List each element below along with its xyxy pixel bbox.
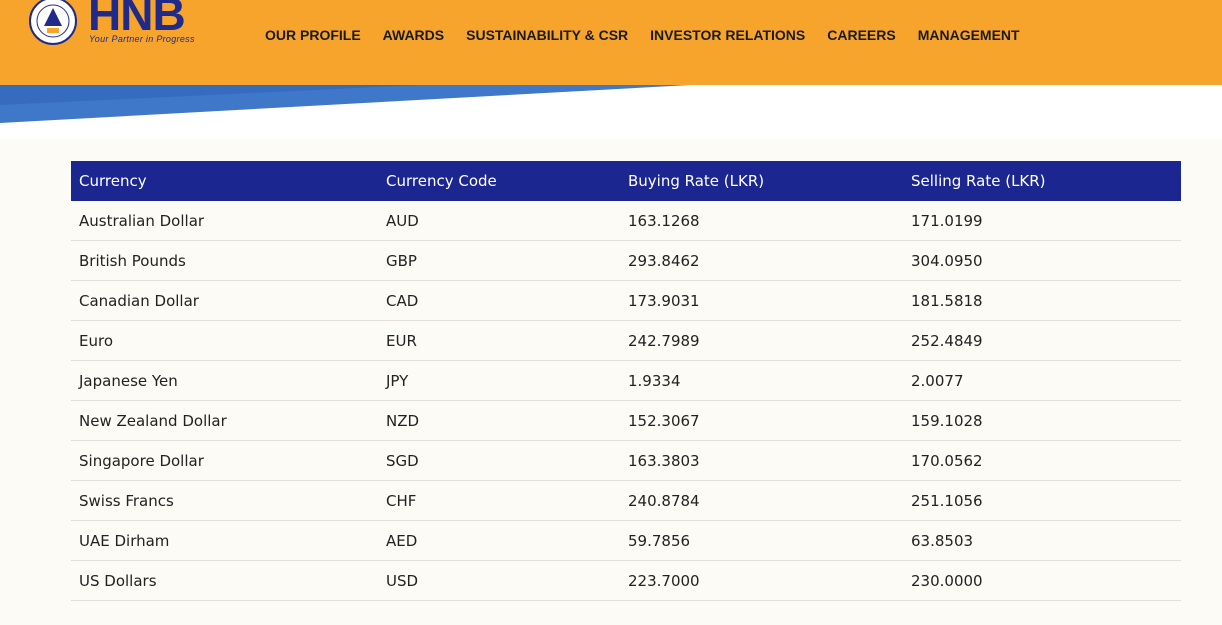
currency-code: EUR bbox=[378, 320, 620, 361]
column-header-currency-code: Currency Code bbox=[378, 161, 620, 201]
table-header-row: Currency Currency Code Buying Rate (LKR)… bbox=[71, 161, 1181, 201]
buying-rate: 163.1268 bbox=[620, 201, 903, 241]
column-header-buying-rate: Buying Rate (LKR) bbox=[620, 161, 903, 201]
currency-name: UAE Dirham bbox=[71, 520, 378, 561]
selling-rate: 251.1056 bbox=[903, 480, 1181, 521]
column-header-currency: Currency bbox=[71, 161, 378, 201]
table-row: Euro EUR 242.7989 252.4849 bbox=[71, 320, 1181, 361]
currency-name: Euro bbox=[71, 320, 378, 361]
table-row: New Zealand Dollar NZD 152.3067 159.1028 bbox=[71, 400, 1181, 441]
logo-tagline: Your Partner in Progress bbox=[89, 34, 195, 44]
table-row: Swiss Francs CHF 240.8784 251.1056 bbox=[71, 480, 1181, 521]
currency-code: CHF bbox=[378, 480, 620, 521]
selling-rate: 304.0950 bbox=[903, 240, 1181, 281]
currency-name: British Pounds bbox=[71, 240, 378, 281]
selling-rate: 63.8503 bbox=[903, 520, 1181, 561]
currency-name: Japanese Yen bbox=[71, 360, 378, 401]
buying-rate: 59.7856 bbox=[620, 520, 903, 561]
table-row: Australian Dollar AUD 163.1268 171.0199 bbox=[71, 201, 1181, 241]
buying-rate: 152.3067 bbox=[620, 400, 903, 441]
buying-rate: 163.3803 bbox=[620, 440, 903, 481]
currency-code: AED bbox=[378, 520, 620, 561]
table-row: UAE Dirham AED 59.7856 63.8503 bbox=[71, 520, 1181, 561]
nav-awards[interactable]: AWARDS bbox=[383, 26, 444, 44]
currency-code: SGD bbox=[378, 440, 620, 481]
hnb-logo[interactable]: HNB Your Partner in Progress bbox=[28, 0, 208, 48]
exchange-rates-table: Currency Currency Code Buying Rate (LKR)… bbox=[71, 161, 1181, 601]
selling-rate: 181.5818 bbox=[903, 280, 1181, 321]
nav-our-profile[interactable]: OUR PROFILE bbox=[265, 26, 361, 44]
currency-code: CAD bbox=[378, 280, 620, 321]
currency-name: Singapore Dollar bbox=[71, 440, 378, 481]
currency-name: Canadian Dollar bbox=[71, 280, 378, 321]
nav-careers[interactable]: CAREERS bbox=[827, 26, 895, 44]
buying-rate: 223.7000 bbox=[620, 560, 903, 601]
table-row: US Dollars USD 223.7000 230.0000 bbox=[71, 560, 1181, 601]
nav-management[interactable]: MANAGEMENT bbox=[918, 26, 1020, 44]
main-nav: OUR PROFILE AWARDS SUSTAINABILITY & CSR … bbox=[265, 26, 1042, 44]
table-row: British Pounds GBP 293.8462 304.0950 bbox=[71, 240, 1181, 281]
currency-name: Swiss Francs bbox=[71, 480, 378, 521]
table-row: Singapore Dollar SGD 163.3803 170.0562 bbox=[71, 440, 1181, 481]
selling-rate: 230.0000 bbox=[903, 560, 1181, 601]
buying-rate: 293.8462 bbox=[620, 240, 903, 281]
buying-rate: 242.7989 bbox=[620, 320, 903, 361]
currency-name: Australian Dollar bbox=[71, 201, 378, 241]
selling-rate: 171.0199 bbox=[903, 201, 1181, 241]
selling-rate: 252.4849 bbox=[903, 320, 1181, 361]
site-header: HNB Your Partner in Progress OUR PROFILE… bbox=[0, 0, 1222, 85]
buying-rate: 173.9031 bbox=[620, 280, 903, 321]
currency-name: US Dollars bbox=[71, 560, 378, 601]
currency-code: USD bbox=[378, 560, 620, 601]
nav-sustainability-csr[interactable]: SUSTAINABILITY & CSR bbox=[466, 26, 628, 44]
selling-rate: 2.0077 bbox=[903, 360, 1181, 401]
currency-name: New Zealand Dollar bbox=[71, 400, 378, 441]
currency-code: AUD bbox=[378, 201, 620, 241]
column-header-selling-rate: Selling Rate (LKR) bbox=[903, 161, 1181, 201]
buying-rate: 240.8784 bbox=[620, 480, 903, 521]
table-row: Japanese Yen JPY 1.9334 2.0077 bbox=[71, 360, 1181, 401]
currency-code: JPY bbox=[378, 360, 620, 401]
bank-seal-icon bbox=[29, 0, 77, 45]
header-swoosh bbox=[0, 85, 1222, 145]
currency-code: NZD bbox=[378, 400, 620, 441]
nav-investor-relations[interactable]: INVESTOR RELATIONS bbox=[650, 26, 805, 44]
buying-rate: 1.9334 bbox=[620, 360, 903, 401]
selling-rate: 159.1028 bbox=[903, 400, 1181, 441]
table-row: Canadian Dollar CAD 173.9031 181.5818 bbox=[71, 280, 1181, 321]
currency-code: GBP bbox=[378, 240, 620, 281]
selling-rate: 170.0562 bbox=[903, 440, 1181, 481]
